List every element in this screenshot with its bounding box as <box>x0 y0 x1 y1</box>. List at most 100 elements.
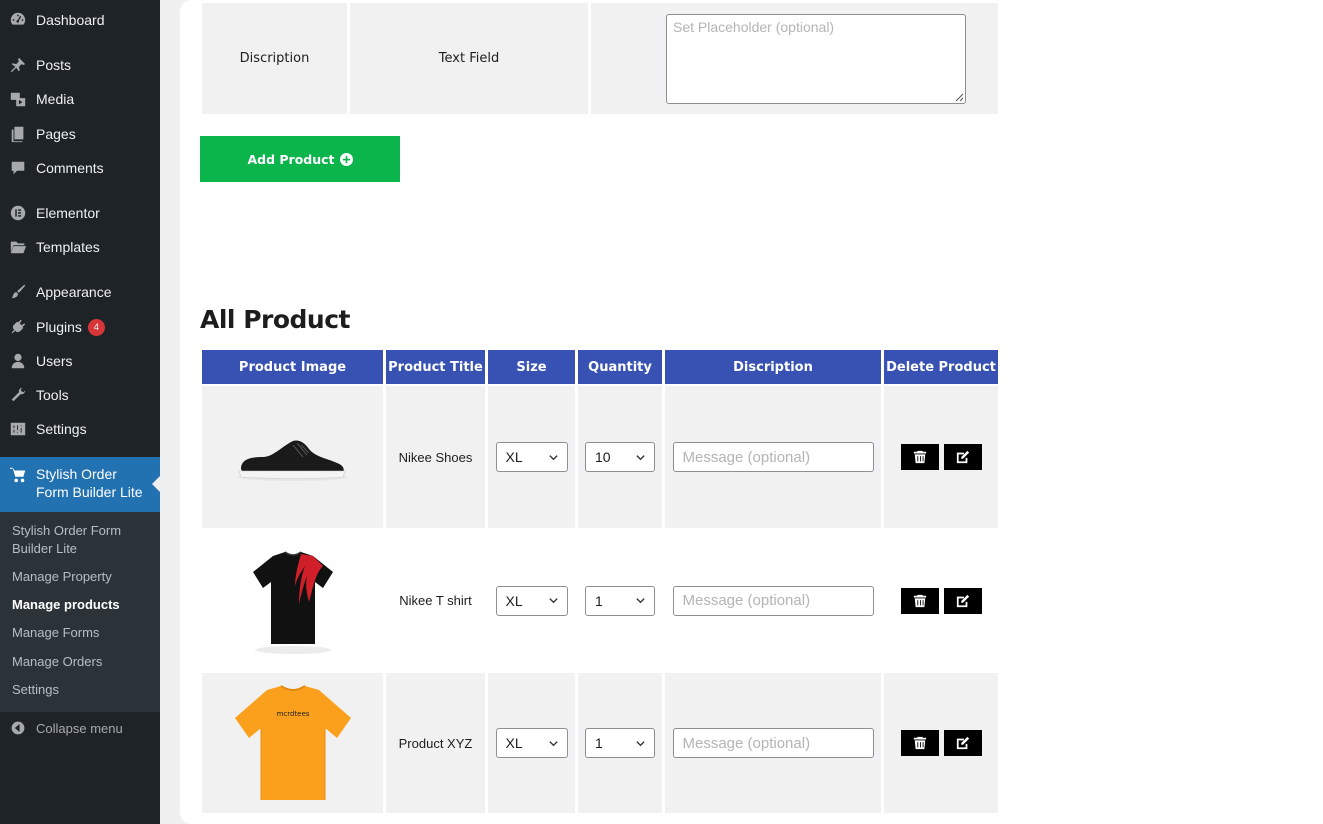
edit-icon <box>956 736 969 750</box>
chevron-down-icon <box>636 454 645 460</box>
quantity-value: 10 <box>595 449 611 465</box>
chevron-down-icon <box>548 598 558 604</box>
sidebar-item-dashboard[interactable]: Dashboard <box>0 3 160 37</box>
sidebar-item-label: Templates <box>36 239 100 255</box>
admin-sidebar: Dashboard Posts Media Pages Comments Ele… <box>0 0 160 824</box>
sidebar-item-appearance[interactable]: Appearance <box>0 275 160 309</box>
edit-button[interactable] <box>943 730 982 756</box>
actions-cell <box>884 386 998 528</box>
message-input[interactable]: Message (optional) <box>672 585 874 616</box>
sidebar-item-media[interactable]: Media <box>0 82 160 116</box>
sidebar-item-label: Comments <box>36 160 104 176</box>
black-tshirt-image <box>252 550 333 654</box>
sidebar-item-users[interactable]: Users <box>0 344 160 378</box>
pages-icon <box>0 125 36 143</box>
message-input[interactable]: Message (optional) <box>672 728 874 758</box>
add-product-button[interactable]: Add Product <box>200 136 400 182</box>
submenu-label-line1: Stylish Order Form <box>12 523 122 538</box>
collapse-menu-button[interactable]: Collapse menu <box>0 713 160 743</box>
actions-cell <box>884 528 998 673</box>
quantity-cell: 1 <box>578 528 662 673</box>
sidebar-item-comments[interactable]: Comments <box>0 151 160 185</box>
sidebar-item-label: Stylish Order Form Builder Lite <box>36 457 143 501</box>
shirt-print-text: mcrdtees <box>276 710 309 718</box>
sidebar-item-tools[interactable]: Tools <box>0 378 160 412</box>
submenu-item-manage-property[interactable]: Manage Property <box>12 568 152 586</box>
sneaker-image <box>237 440 348 481</box>
edit-icon <box>956 450 969 464</box>
property-name-cell: Discription <box>202 3 347 114</box>
quantity-select[interactable]: 10 <box>585 442 655 472</box>
elementor-icon <box>0 204 36 222</box>
edit-button[interactable] <box>943 587 982 614</box>
submenu-item-settings[interactable]: Settings <box>12 681 152 699</box>
delete-button[interactable] <box>900 587 939 614</box>
sidebar-item-label: Tools <box>36 387 69 403</box>
active-label-line1: Stylish Order <box>36 466 117 482</box>
quantity-value: 1 <box>595 735 603 751</box>
delete-button[interactable] <box>900 730 939 756</box>
submenu-item-manage-products[interactable]: Manage products <box>12 596 152 614</box>
collapse-label: Collapse menu <box>36 720 123 736</box>
plus-circle-icon <box>339 152 353 166</box>
delete-button[interactable] <box>900 444 939 470</box>
header-description: Discription <box>665 350 881 384</box>
quantity-select[interactable]: 1 <box>585 728 655 758</box>
size-cell: XL <box>488 386 575 528</box>
product-image: mcrdtees <box>202 673 383 813</box>
size-value: XL <box>505 449 523 465</box>
edit-button[interactable] <box>943 444 982 470</box>
placeholder-textarea[interactable]: Set Placeholder (optional) <box>666 14 966 104</box>
chevron-down-icon <box>548 740 558 746</box>
comment-icon <box>0 159 36 177</box>
product-image <box>202 528 383 673</box>
description-cell: Message (optional) <box>665 673 881 813</box>
sidebar-item-templates[interactable]: Templates <box>0 230 160 264</box>
plugin-icon <box>0 318 36 336</box>
sidebar-item-pages[interactable]: Pages <box>0 117 160 151</box>
add-product-label: Add Product <box>247 151 335 167</box>
size-value: XL <box>505 592 523 609</box>
header-delete-product: Delete Product <box>884 350 998 384</box>
submenu-label-line2: Builder Lite <box>12 541 78 556</box>
size-value: XL <box>505 735 523 751</box>
sidebar-item-stylish-order-form[interactable]: Stylish Order Form Builder Lite <box>0 457 160 512</box>
size-select[interactable]: XL <box>495 585 568 616</box>
resize-grip-icon[interactable] <box>954 92 964 102</box>
message-input[interactable]: Message (optional) <box>672 442 874 472</box>
sidebar-item-settings[interactable]: Settings <box>0 412 160 446</box>
sidebar-item-posts[interactable]: Posts <box>0 48 160 82</box>
size-select[interactable]: XL <box>495 442 568 472</box>
collapse-arrow-icon <box>0 720 36 736</box>
quantity-select[interactable]: 1 <box>585 585 655 616</box>
size-cell: XL <box>488 673 575 813</box>
submenu-item-stylish-order-form[interactable]: Stylish Order Form Builder Lite <box>12 522 152 558</box>
product-title: Product XYZ <box>398 735 473 751</box>
chevron-down-icon <box>636 740 645 746</box>
cart-icon <box>0 457 36 484</box>
header-product-title: Product Title <box>386 350 485 384</box>
sidebar-item-label: Posts <box>36 57 72 73</box>
user-icon <box>0 352 36 370</box>
page-title: All Product <box>200 305 350 334</box>
wrench-icon <box>0 386 36 404</box>
dashboard-icon <box>0 11 36 29</box>
pushpin-icon <box>0 56 36 74</box>
product-title: Nikee Shoes <box>398 449 473 465</box>
sidebar-item-label: Elementor <box>36 205 100 221</box>
sidebar-item-elementor[interactable]: Elementor <box>0 196 160 230</box>
actions-cell <box>884 673 998 813</box>
header-quantity: Quantity <box>578 350 662 384</box>
product-title: Nikee T shirt <box>399 593 472 608</box>
chevron-down-icon <box>548 454 558 460</box>
media-icon <box>0 90 36 108</box>
chevron-down-icon <box>636 598 645 604</box>
sidebar-item-plugins[interactable]: Plugins 4 <box>0 310 160 344</box>
header-product-image: Product Image <box>202 350 383 384</box>
submenu-item-manage-forms[interactable]: Manage Forms <box>12 624 152 642</box>
submenu-item-manage-orders[interactable]: Manage Orders <box>12 653 152 671</box>
sidebar-item-label: Plugins <box>36 319 82 335</box>
orange-tshirt-image: mcrdtees <box>234 685 351 800</box>
size-select[interactable]: XL <box>495 728 568 758</box>
sliders-icon <box>0 420 36 438</box>
